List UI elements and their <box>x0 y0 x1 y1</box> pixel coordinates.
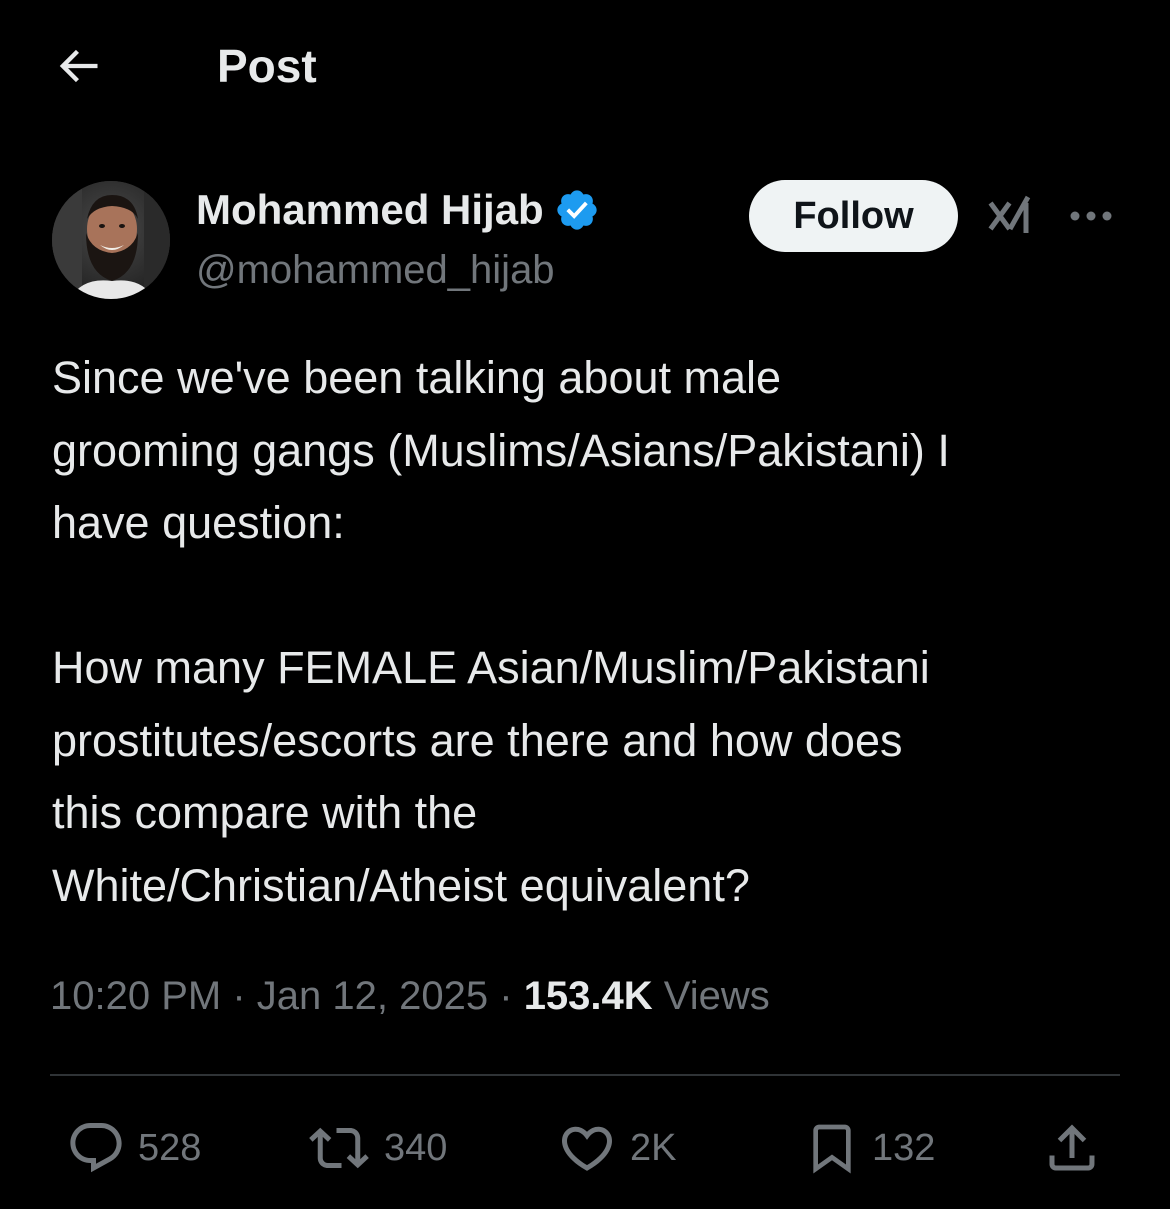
views-count[interactable]: 153.4K <box>524 974 653 1018</box>
arrow-left-icon <box>59 49 98 83</box>
reply-button[interactable]: 528 <box>66 1118 201 1178</box>
author-handle[interactable]: @mohammed_hijab <box>196 244 555 296</box>
divider <box>50 1074 1120 1076</box>
meta-separator: · <box>499 974 513 1018</box>
page-title: Post <box>217 40 317 92</box>
reply-bubble-icon <box>70 1123 122 1173</box>
author-name-row[interactable]: Mohammed Hijab <box>196 184 600 236</box>
follow-button[interactable]: Follow <box>749 180 958 252</box>
tweet-line: this compare with the <box>52 787 478 838</box>
repost-count: 340 <box>384 1126 448 1169</box>
tweet-meta: 10:20 PM · Jan 12, 2025 · 153.4K Views <box>50 968 770 1024</box>
tweet-line: White/Christian/Atheist equivalent? <box>52 859 750 911</box>
tweet-line: have question: <box>52 497 345 548</box>
avatar-image <box>52 181 170 299</box>
back-button[interactable] <box>48 36 108 96</box>
tweet-time[interactable]: 10:20 PM <box>50 974 221 1018</box>
grok-icon <box>988 195 1031 233</box>
tweet-line: prostitutes/escorts are there and how do… <box>52 714 903 766</box>
tweet-line: How many FEMALE Asian/Muslim/Pakistani <box>52 642 930 693</box>
reply-count: 528 <box>138 1126 202 1169</box>
tweet-text: Since we've been talking about male groo… <box>52 342 1132 922</box>
avatar[interactable] <box>52 181 170 299</box>
share-icon <box>1049 1124 1095 1171</box>
share-button[interactable] <box>1042 1118 1102 1178</box>
like-button[interactable]: 2K <box>556 1118 676 1178</box>
tweet-line: grooming gangs (Muslims/Asians/Pakistani… <box>52 424 950 476</box>
tweet-date[interactable]: Jan 12, 2025 <box>257 974 488 1018</box>
tweet-line: Since we've been talking about male <box>52 352 782 403</box>
like-count: 2K <box>630 1126 677 1169</box>
verified-badge-icon <box>557 190 597 230</box>
more-options-button[interactable] <box>1064 192 1118 240</box>
grok-button[interactable] <box>982 188 1040 244</box>
more-horizontal-icon <box>1070 211 1112 221</box>
views-label: Views <box>663 974 770 1018</box>
meta-separator: · <box>232 974 246 1018</box>
bookmark-icon <box>813 1124 851 1174</box>
bookmark-count: 132 <box>872 1126 936 1169</box>
repost-button[interactable]: 340 <box>306 1118 447 1178</box>
heart-icon <box>561 1126 613 1171</box>
repost-icon <box>309 1127 369 1169</box>
bookmark-button[interactable]: 132 <box>804 1118 935 1178</box>
author-name: Mohammed Hijab <box>196 186 544 233</box>
